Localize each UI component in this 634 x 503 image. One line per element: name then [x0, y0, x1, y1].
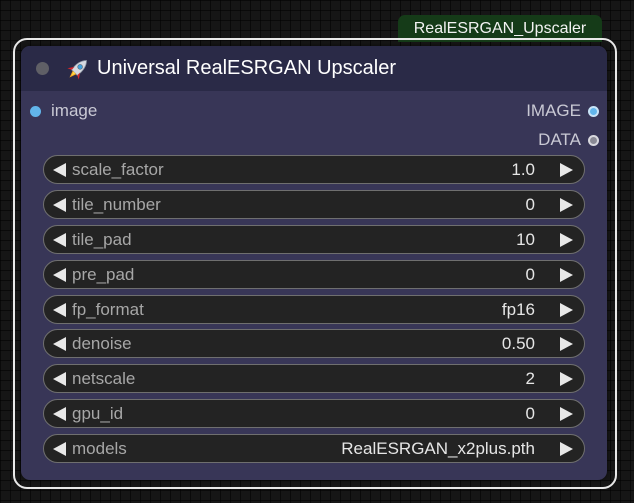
output-slot-data[interactable]: DATA — [538, 128, 599, 152]
widget-label: tile_pad — [72, 229, 132, 249]
output-socket-dot[interactable] — [588, 105, 599, 117]
previous-option-arrow-icon[interactable] — [53, 442, 66, 457]
increment-arrow-icon[interactable] — [560, 372, 573, 387]
widget-denoise[interactable]: denoise 0.50 — [43, 329, 585, 359]
input-socket-dot[interactable] — [30, 105, 41, 117]
decrement-arrow-icon[interactable] — [53, 267, 66, 282]
increment-arrow-icon[interactable] — [560, 267, 573, 282]
widget-tile-pad[interactable]: tile_pad 10 — [43, 224, 585, 254]
widget-fp-format[interactable]: fp_format fp16 — [43, 294, 585, 324]
widget-value[interactable]: 0.50 — [502, 334, 535, 354]
widget-label: gpu_id — [72, 404, 124, 424]
widget-value[interactable]: 0 — [526, 195, 535, 215]
widget-tile-number[interactable]: tile_number 0 — [43, 189, 585, 219]
increment-arrow-icon[interactable] — [560, 197, 573, 212]
widget-label: pre_pad — [72, 264, 135, 284]
widget-value[interactable]: 10 — [516, 230, 535, 250]
widget-value[interactable]: 2 — [526, 369, 535, 389]
node-title-bar[interactable]: Universal RealESRGAN Upscaler — [21, 46, 607, 91]
increment-arrow-icon[interactable] — [560, 232, 573, 247]
widget-label: denoise — [72, 334, 132, 354]
node-title: Universal RealESRGAN Upscaler — [97, 57, 396, 79]
input-slot-label: image — [51, 101, 98, 120]
widget-value[interactable]: 0 — [526, 404, 535, 424]
input-slot-image[interactable]: image — [30, 99, 97, 123]
widget-pre-pad[interactable]: pre_pad 0 — [43, 259, 585, 289]
decrement-arrow-icon[interactable] — [53, 197, 66, 212]
decrement-arrow-icon[interactable] — [53, 337, 66, 352]
widget-label: fp_format — [72, 299, 144, 319]
output-slot-label: IMAGE — [526, 101, 581, 120]
node-realesrgan-upscaler[interactable]: Universal RealESRGAN Upscaler image IMAG… — [21, 46, 607, 480]
widget-models[interactable]: models RealESRGAN_x2plus.pth — [43, 434, 585, 464]
decrement-arrow-icon[interactable] — [53, 163, 66, 177]
widget-value[interactable]: RealESRGAN_x2plus.pth — [341, 439, 535, 459]
next-option-arrow-icon[interactable] — [560, 302, 573, 317]
next-option-arrow-icon[interactable] — [560, 442, 573, 457]
widget-label: netscale — [72, 369, 136, 389]
rocket-icon — [67, 60, 87, 80]
previous-option-arrow-icon[interactable] — [53, 302, 66, 317]
widget-label: models — [72, 439, 127, 459]
collapse-toggle[interactable] — [36, 62, 49, 75]
increment-arrow-icon[interactable] — [560, 163, 573, 177]
output-slot-image[interactable]: IMAGE — [526, 99, 599, 123]
decrement-arrow-icon[interactable] — [53, 372, 66, 387]
decrement-arrow-icon[interactable] — [53, 232, 66, 247]
output-slot-label: DATA — [538, 130, 581, 149]
widget-value[interactable]: 1.0 — [511, 160, 535, 180]
widget-label: tile_number — [72, 194, 161, 214]
widget-label: scale_factor — [72, 160, 164, 179]
increment-arrow-icon[interactable] — [560, 407, 573, 422]
output-socket-dot[interactable] — [588, 134, 599, 146]
widget-list: scale_factor 1.0 tile_number 0 tile_pad … — [43, 155, 585, 469]
decrement-arrow-icon[interactable] — [53, 407, 66, 422]
widget-gpu-id[interactable]: gpu_id 0 — [43, 399, 585, 429]
widget-scale-factor[interactable]: scale_factor 1.0 — [43, 155, 585, 184]
increment-arrow-icon[interactable] — [560, 337, 573, 352]
widget-netscale[interactable]: netscale 2 — [43, 364, 585, 394]
widget-value[interactable]: 0 — [526, 265, 535, 285]
widget-value[interactable]: fp16 — [502, 300, 535, 320]
